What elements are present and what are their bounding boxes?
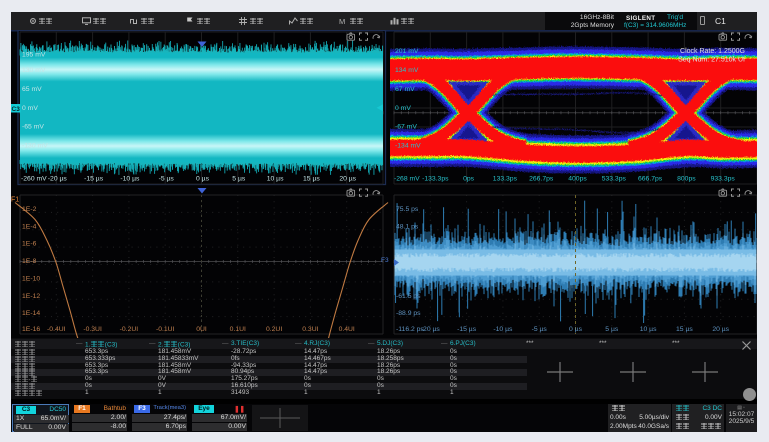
svg-text:0 mV: 0 mV [22, 104, 38, 111]
svg-text:1E-8: 1E-8 [22, 258, 37, 265]
svg-text:F1: F1 [11, 196, 19, 203]
svg-text:0UI: 0UI [196, 326, 207, 333]
svg-text:0ps: 0ps [463, 175, 475, 182]
svg-text:1E-4: 1E-4 [22, 223, 37, 230]
svg-text:0 µs: 0 µs [569, 326, 583, 333]
svg-text:-61.5 ps: -61.5 ps [396, 292, 421, 299]
svg-text:15 µs: 15 µs [676, 326, 693, 333]
svg-text:-20 µs: -20 µs [48, 175, 68, 182]
svg-text:-88.9 ps: -88.9 ps [396, 310, 421, 317]
svg-text:C3: C3 [12, 105, 21, 112]
svg-text:0.1UI: 0.1UI [230, 326, 246, 333]
svg-text:-10 µs: -10 µs [493, 326, 513, 333]
svg-text:-134 mV: -134 mV [395, 142, 421, 149]
svg-text:-15 µs: -15 µs [457, 326, 477, 333]
svg-text:800ps: 800ps [677, 175, 696, 182]
svg-text:0.4UI: 0.4UI [339, 326, 355, 333]
svg-text:-5 µs: -5 µs [532, 326, 548, 333]
svg-text:1E-2: 1E-2 [22, 205, 37, 212]
svg-text:201 mV: 201 mV [395, 47, 419, 54]
svg-text:130 mV: 130 mV [22, 66, 46, 73]
svg-text:-65 mV: -65 mV [22, 123, 44, 130]
svg-text:67 mV: 67 mV [395, 85, 415, 92]
svg-text:-67 mV: -67 mV [395, 123, 417, 130]
svg-text:F3: F3 [381, 257, 389, 264]
svg-text:M: M [339, 17, 345, 25]
svg-text:-5 µs: -5 µs [159, 175, 175, 182]
svg-text:933.3ps: 933.3ps [711, 175, 736, 182]
svg-text:1E-16: 1E-16 [22, 326, 40, 333]
svg-text:133.3ps: 133.3ps [493, 175, 518, 182]
svg-text:-0.3UI: -0.3UI [83, 326, 102, 333]
svg-text:195 mV: 195 mV [22, 51, 46, 58]
svg-text:0.3UI: 0.3UI [302, 326, 318, 333]
svg-text:134 mV: 134 mV [395, 66, 419, 73]
svg-text:5 µs: 5 µs [232, 175, 246, 182]
svg-text:15 µs: 15 µs [303, 175, 320, 182]
svg-text:0.2UI: 0.2UI [266, 326, 282, 333]
svg-text:-0.2UI: -0.2UI [120, 326, 139, 333]
svg-text:10 µs: 10 µs [640, 326, 657, 333]
svg-text:Clock Rate: 1.2500G: Clock Rate: 1.2500G [680, 48, 745, 55]
svg-text:1E-10: 1E-10 [22, 275, 40, 282]
svg-text:-260 mV: -260 mV [21, 175, 47, 182]
svg-text:0 µs: 0 µs [196, 175, 210, 182]
svg-text:1E-12: 1E-12 [22, 292, 40, 299]
svg-text:-15 µs: -15 µs [84, 175, 104, 182]
svg-text:400ps: 400ps [568, 175, 587, 182]
svg-text:266.7ps: 266.7ps [529, 175, 554, 182]
svg-text:666.7ps: 666.7ps [638, 175, 663, 182]
svg-text:-133.3ps: -133.3ps [422, 175, 449, 182]
svg-text:65 mV: 65 mV [22, 85, 42, 92]
svg-text:-268 mV: -268 mV [394, 175, 420, 182]
svg-text:5 µs: 5 µs [605, 326, 619, 333]
svg-text:-10 µs: -10 µs [120, 175, 140, 182]
svg-text:20 µs: 20 µs [712, 326, 729, 333]
svg-text:75.5 ps: 75.5 ps [396, 205, 419, 212]
svg-text:-20 µs: -20 µs [421, 326, 441, 333]
svg-text:-0.1UI: -0.1UI [156, 326, 175, 333]
svg-text:10 µs: 10 µs [267, 175, 284, 182]
svg-text:-130 mV: -130 mV [22, 142, 48, 149]
svg-text:-0.4UI: -0.4UI [47, 326, 66, 333]
svg-text:1E-14: 1E-14 [22, 310, 40, 317]
svg-text:20 µs: 20 µs [339, 175, 356, 182]
svg-text:0 mV: 0 mV [395, 104, 411, 111]
svg-text:533.3ps: 533.3ps [602, 175, 627, 182]
svg-text:1E-6: 1E-6 [22, 240, 37, 247]
svg-text:Seq Num: 27.510k UI: Seq Num: 27.510k UI [678, 56, 745, 63]
svg-text:48.1 ps: 48.1 ps [396, 223, 419, 230]
